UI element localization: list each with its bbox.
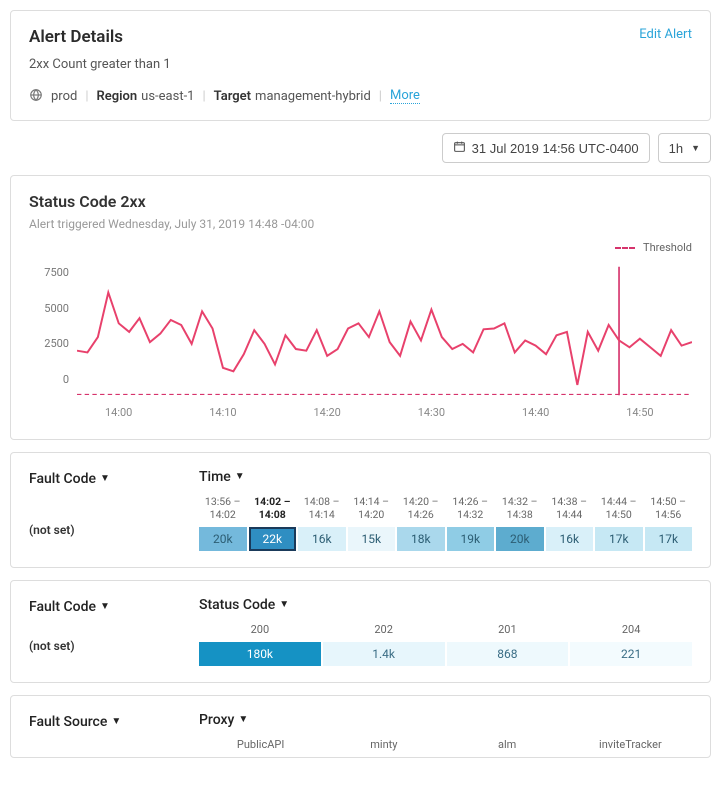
caret-down-icon: ▼ (100, 473, 110, 484)
alert-details-title: Alert Details (29, 27, 123, 47)
time-header-cell[interactable]: 14:26 –14:32 (447, 495, 495, 521)
caret-down-icon: ▼ (111, 716, 121, 727)
time-heat-cell[interactable]: 17k (645, 527, 693, 551)
time-header-cell[interactable]: 14:08 –14:14 (298, 495, 346, 521)
status-heat-cell[interactable]: 180k (199, 642, 321, 666)
fault-proxy-card: Fault Source ▼ Proxy ▼ PublicAPI minty alm… (10, 695, 711, 758)
range-picker-button[interactable]: 1h ▼ (658, 133, 711, 163)
y-tick: 2500 (29, 337, 69, 350)
chart-card: Status Code 2xx Alert triggered Wednesda… (10, 175, 711, 440)
svg-text:14:10: 14:10 (209, 406, 236, 419)
proxy-dropdown[interactable]: Proxy ▼ (199, 712, 248, 728)
fault-status-row-label: (not set) (29, 639, 169, 653)
proxy-header-row: PublicAPI minty alm inviteTracker (203, 738, 688, 751)
time-header-cell[interactable]: 14:32 –14:38 (496, 495, 544, 521)
time-heat-cell[interactable]: 20k (496, 527, 544, 551)
time-header-row: 13:56 –14:0214:02 –14:0814:08 –14:1414:1… (199, 495, 692, 521)
svg-text:14:20: 14:20 (314, 406, 341, 419)
fault-time-row-label: (not set) (29, 523, 169, 537)
status-header-cell[interactable]: 200 (199, 623, 321, 636)
y-tick: 0 (29, 373, 69, 386)
caret-down-icon: ▼ (100, 601, 110, 612)
env-value: prod (51, 89, 77, 104)
time-header-cell[interactable]: 14:14 –14:20 (348, 495, 396, 521)
globe-icon (29, 88, 47, 104)
proxy-header-cell[interactable]: minty (326, 738, 441, 751)
status-code-dropdown[interactable]: Status Code ▼ (199, 597, 289, 613)
svg-text:14:00: 14:00 (105, 406, 132, 419)
caret-down-icon: ▼ (235, 471, 245, 482)
status-header-cell[interactable]: 204 (570, 623, 692, 636)
time-heat-cell[interactable]: 15k (348, 527, 396, 551)
svg-text:14:30: 14:30 (418, 406, 445, 419)
datetime-picker-button[interactable]: 31 Jul 2019 14:56 UTC-0400 (442, 133, 650, 163)
time-header-cell[interactable]: 14:20 –14:26 (397, 495, 445, 521)
more-link[interactable]: More (390, 88, 420, 104)
region-label: Region (97, 89, 138, 104)
time-header-cell[interactable]: 13:56 –14:02 (199, 495, 247, 521)
time-header-cell[interactable]: 14:02 –14:08 (249, 495, 297, 521)
status-heat-row: 180k1.4k868221 (199, 642, 692, 666)
legend-label: Threshold (643, 241, 692, 254)
caret-down-icon: ▼ (238, 714, 248, 725)
target-value: management-hybrid (255, 89, 371, 104)
alert-details-card: Alert Details Edit Alert 2xx Count great… (10, 10, 711, 121)
fault-code-dropdown[interactable]: Fault Code ▼ (29, 471, 110, 487)
status-heat-cell[interactable]: 1.4k (323, 642, 445, 666)
time-header-cell[interactable]: 14:50 –14:56 (645, 495, 693, 521)
time-heat-cell[interactable]: 20k (199, 527, 247, 551)
svg-text:14:50: 14:50 (626, 406, 653, 419)
status-heat-cell[interactable]: 868 (447, 642, 569, 666)
line-chart: 14:00 14:10 14:20 14:30 14:40 14:50 (77, 258, 692, 423)
time-dropdown[interactable]: Time ▼ (199, 469, 245, 485)
time-header-cell[interactable]: 14:44 –14:50 (595, 495, 643, 521)
chart-y-axis: 7500 5000 2500 0 (29, 266, 69, 386)
fault-status-card: Fault Code ▼ (not set) Status Code ▼ 200… (10, 580, 711, 683)
alert-description: 2xx Count greater than 1 (29, 57, 692, 72)
status-header-cell[interactable]: 201 (447, 623, 569, 636)
chart-legend: Threshold (29, 241, 692, 254)
y-tick: 5000 (29, 302, 69, 315)
proxy-header-cell[interactable]: alm (450, 738, 565, 751)
status-header-cell[interactable]: 202 (323, 623, 445, 636)
time-heat-row: 20k22k16k15k18k19k20k16k17k17k (199, 527, 692, 551)
y-tick: 7500 (29, 266, 69, 279)
threshold-dash-icon (615, 247, 635, 249)
svg-text:14:40: 14:40 (522, 406, 549, 419)
time-heat-cell[interactable]: 19k (447, 527, 495, 551)
time-heat-cell[interactable]: 18k (397, 527, 445, 551)
range-value: 1h (669, 141, 683, 156)
time-heat-cell[interactable]: 17k (595, 527, 643, 551)
alert-meta-row: prod | Region us-east-1 | Target managem… (29, 88, 692, 104)
toolbar: 31 Jul 2019 14:56 UTC-0400 1h ▼ (10, 133, 711, 163)
proxy-header-cell[interactable]: inviteTracker (573, 738, 688, 751)
region-value: us-east-1 (141, 89, 194, 104)
proxy-header-cell[interactable]: PublicAPI (203, 738, 318, 751)
time-header-cell[interactable]: 14:38 –14:44 (546, 495, 594, 521)
chart-title: Status Code 2xx (29, 192, 692, 211)
datetime-value: 31 Jul 2019 14:56 UTC-0400 (472, 141, 639, 156)
time-heat-cell[interactable]: 22k (249, 527, 297, 551)
time-heat-cell[interactable]: 16k (546, 527, 594, 551)
caret-down-icon: ▼ (691, 143, 700, 153)
time-heat-cell[interactable]: 16k (298, 527, 346, 551)
edit-alert-link[interactable]: Edit Alert (639, 27, 692, 42)
fault-time-card: Fault Code ▼ (not set) Time ▼ 13:56 –14:… (10, 452, 711, 568)
target-label: Target (214, 89, 251, 104)
chart-subtitle: Alert triggered Wednesday, July 31, 2019… (29, 217, 692, 231)
caret-down-icon: ▼ (279, 599, 289, 610)
status-heat-cell[interactable]: 221 (570, 642, 692, 666)
fault-code-dropdown-2[interactable]: Fault Code ▼ (29, 599, 110, 615)
fault-source-dropdown[interactable]: Fault Source ▼ (29, 714, 121, 730)
status-header-row: 200202201204 (199, 623, 692, 636)
calendar-icon (453, 140, 466, 156)
